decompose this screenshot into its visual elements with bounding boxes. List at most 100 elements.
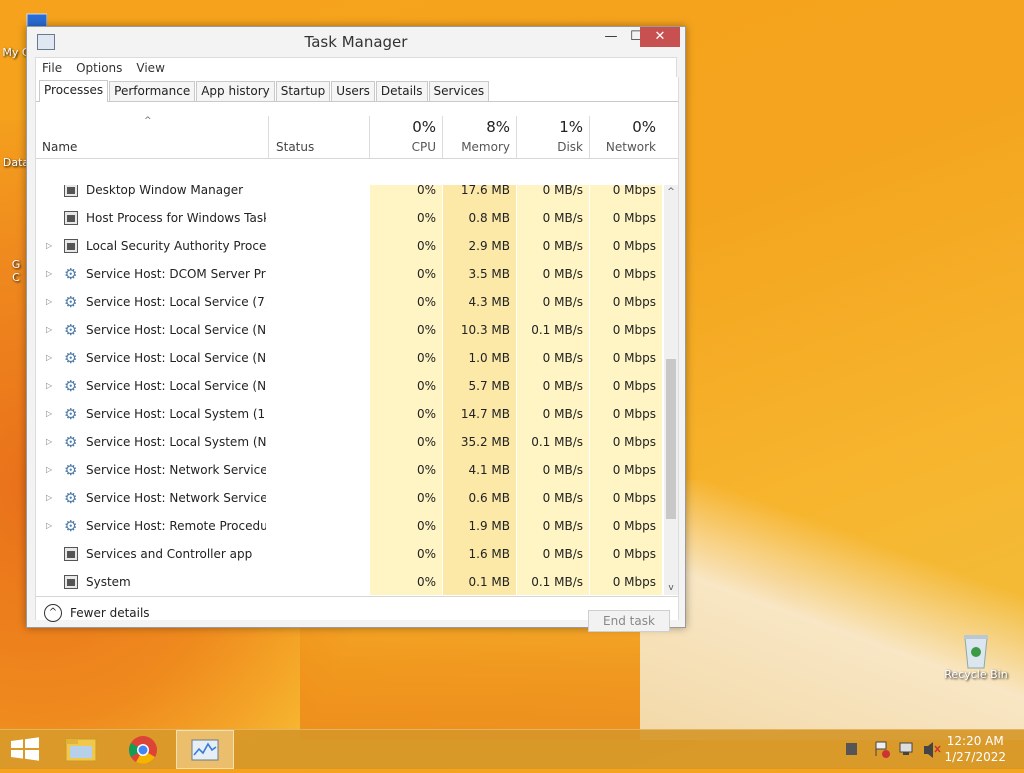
memory-value: 0.8 MB xyxy=(468,211,510,225)
tab-services[interactable]: Services xyxy=(428,81,490,101)
disk-value: 0.1 MB/s xyxy=(531,435,583,449)
table-row[interactable]: ▷ ⚙ Service Host: Remote Procedure... 0% 1.9… xyxy=(36,513,664,541)
close-button[interactable]: ✕ xyxy=(640,27,680,47)
process-list: Desktop Window Manager 0% 17.6 MB 0 MB/s 0 M… xyxy=(36,185,664,595)
expand-row-icon[interactable]: ▷ xyxy=(46,325,52,334)
process-name: Service Host: Local System (Net... xyxy=(86,435,266,449)
cpu-value: 0% xyxy=(416,435,436,449)
desktop-icon-label: G C xyxy=(11,258,21,284)
expand-row-icon[interactable]: ▷ xyxy=(46,493,52,502)
table-row[interactable]: System 0% 0.1 MB 0.1 MB/s 0 Mbps xyxy=(36,569,664,595)
process-name: Service Host: Local Service (No ... xyxy=(86,379,266,393)
gear-icon: ⚙ xyxy=(64,405,78,423)
file-explorer-button[interactable] xyxy=(56,730,112,769)
menu-view[interactable]: View xyxy=(136,61,164,75)
network-value: 0 Mbps xyxy=(612,185,656,197)
tab-users[interactable]: Users xyxy=(331,81,375,101)
cpu-value: 0% xyxy=(416,267,436,281)
column-cpu-header[interactable]: 0% CPU xyxy=(370,102,442,158)
taskbar: 12:20 AM 1/27/2022 xyxy=(0,729,1024,769)
expand-row-icon[interactable]: ▷ xyxy=(46,241,52,250)
column-divider xyxy=(268,116,269,158)
scrollbar-thumb[interactable] xyxy=(666,359,676,519)
memory-value: 4.1 MB xyxy=(468,463,510,477)
chrome-taskbar-button[interactable] xyxy=(115,730,171,769)
menu-file[interactable]: File xyxy=(42,61,62,75)
disk-value: 0 MB/s xyxy=(542,211,583,225)
action-center-icon[interactable] xyxy=(846,743,857,755)
window-app-icon xyxy=(64,575,78,589)
gear-icon: ⚙ xyxy=(64,293,78,311)
table-row[interactable]: ▷ ⚙ Service Host: Local System (Net... 0% 35… xyxy=(36,429,664,457)
system-tray xyxy=(840,730,950,769)
task-manager-taskbar-button[interactable] xyxy=(176,730,234,769)
cpu-value: 0% xyxy=(416,323,436,337)
table-row[interactable]: ▷ ⚙ Service Host: DCOM Server Proc... 0% 3.5… xyxy=(36,261,664,289)
flag-alert-icon[interactable] xyxy=(875,741,890,758)
expand-row-icon[interactable]: ▷ xyxy=(46,409,52,418)
expand-row-icon[interactable]: ▷ xyxy=(46,381,52,390)
memory-value: 14.7 MB xyxy=(460,407,510,421)
start-button[interactable] xyxy=(0,730,56,769)
desktop-icon-recycle-bin[interactable]: Recycle Bin xyxy=(944,632,1008,681)
table-row[interactable]: ▷ Local Security Authority Process... 0% 2.… xyxy=(36,233,664,261)
windows-logo-icon xyxy=(11,737,39,761)
task-manager-window: Task Manager — ☐ ✕ File Options View Pro… xyxy=(26,26,686,632)
process-name: Service Host: Local Service (Net... xyxy=(86,323,266,337)
expand-row-icon[interactable]: ▷ xyxy=(46,353,52,362)
cpu-value: 0% xyxy=(416,379,436,393)
tab-app-history[interactable]: App history xyxy=(196,81,275,101)
network-total-percent: 0% xyxy=(632,118,656,136)
column-memory-header[interactable]: 8% Memory xyxy=(443,102,516,158)
column-name-header[interactable]: Name xyxy=(42,140,77,154)
table-row[interactable]: ▷ ⚙ Service Host: Network Service (4) 0% 4.1… xyxy=(36,457,664,485)
disk-value: 0 MB/s xyxy=(542,239,583,253)
column-status-header[interactable]: Status xyxy=(276,140,314,154)
clock-time: 12:20 AM xyxy=(946,734,1004,748)
column-header: ^ Name Status 0% CPU 8% Memory 1% Disk 0… xyxy=(36,102,678,159)
expand-row-icon[interactable]: ▷ xyxy=(46,437,52,446)
expand-row-icon[interactable]: ▷ xyxy=(46,297,52,306)
table-row[interactable]: Host Process for Windows Tasks 0% 0.8 MB 0 … xyxy=(36,205,664,233)
network-icon[interactable] xyxy=(899,742,913,755)
table-row[interactable]: ▷ ⚙ Service Host: Network Service (... 0% 0.… xyxy=(36,485,664,513)
process-name: Service Host: Network Service (... xyxy=(86,491,266,505)
memory-value: 5.7 MB xyxy=(468,379,510,393)
vertical-scrollbar[interactable]: ^ v xyxy=(664,185,678,595)
tab-processes[interactable]: Processes xyxy=(39,80,109,102)
cpu-value: 0% xyxy=(416,211,436,225)
title-bar[interactable]: Task Manager — ☐ ✕ xyxy=(27,27,685,57)
menu-options[interactable]: Options xyxy=(76,61,122,75)
table-row[interactable]: Services and Controller app 0% 1.6 MB 0 MB/… xyxy=(36,541,664,569)
gear-icon: ⚙ xyxy=(64,433,78,451)
cpu-value: 0% xyxy=(416,239,436,253)
cpu-value: 0% xyxy=(416,575,436,589)
recycle-bin-icon xyxy=(959,632,993,669)
cpu-total-percent: 0% xyxy=(412,118,436,136)
table-row[interactable]: ▷ ⚙ Service Host: Local Service (No ... 0% 5… xyxy=(36,373,664,401)
tab-performance[interactable]: Performance xyxy=(109,81,196,101)
volume-muted-icon[interactable] xyxy=(924,742,941,758)
expand-row-icon[interactable]: ▷ xyxy=(46,465,52,474)
expand-row-icon[interactable]: ▷ xyxy=(46,521,52,530)
table-row[interactable]: ▷ ⚙ Service Host: Local System (16) 0% 14.7 … xyxy=(36,401,664,429)
cpu-value: 0% xyxy=(416,351,436,365)
window-app-icon xyxy=(64,185,78,197)
clock[interactable]: 12:20 AM 1/27/2022 xyxy=(944,733,1006,765)
column-network-header[interactable]: 0% Network xyxy=(590,102,662,158)
expand-row-icon[interactable]: ▷ xyxy=(46,269,52,278)
table-row[interactable]: ▷ ⚙ Service Host: Local Service (Net... 0% 1… xyxy=(36,317,664,345)
disk-value: 0 MB/s xyxy=(542,295,583,309)
scroll-up-icon[interactable]: ^ xyxy=(664,185,678,199)
cpu-value: 0% xyxy=(416,407,436,421)
column-disk-header[interactable]: 1% Disk xyxy=(517,102,589,158)
table-row[interactable]: Desktop Window Manager 0% 17.6 MB 0 MB/s 0 M… xyxy=(36,185,664,205)
fewer-details-button[interactable]: ^ Fewer details xyxy=(44,593,150,633)
end-task-button[interactable]: End task xyxy=(588,610,670,632)
scroll-down-icon[interactable]: v xyxy=(664,581,678,595)
table-row[interactable]: ▷ ⚙ Service Host: Local Service (No I... 0%… xyxy=(36,345,664,373)
tab-details[interactable]: Details xyxy=(375,81,428,101)
table-row[interactable]: ▷ ⚙ Service Host: Local Service (7) 0% 4.3 M… xyxy=(36,289,664,317)
tab-startup[interactable]: Startup xyxy=(275,81,331,101)
process-name: Service Host: Local Service (7) xyxy=(86,295,266,309)
